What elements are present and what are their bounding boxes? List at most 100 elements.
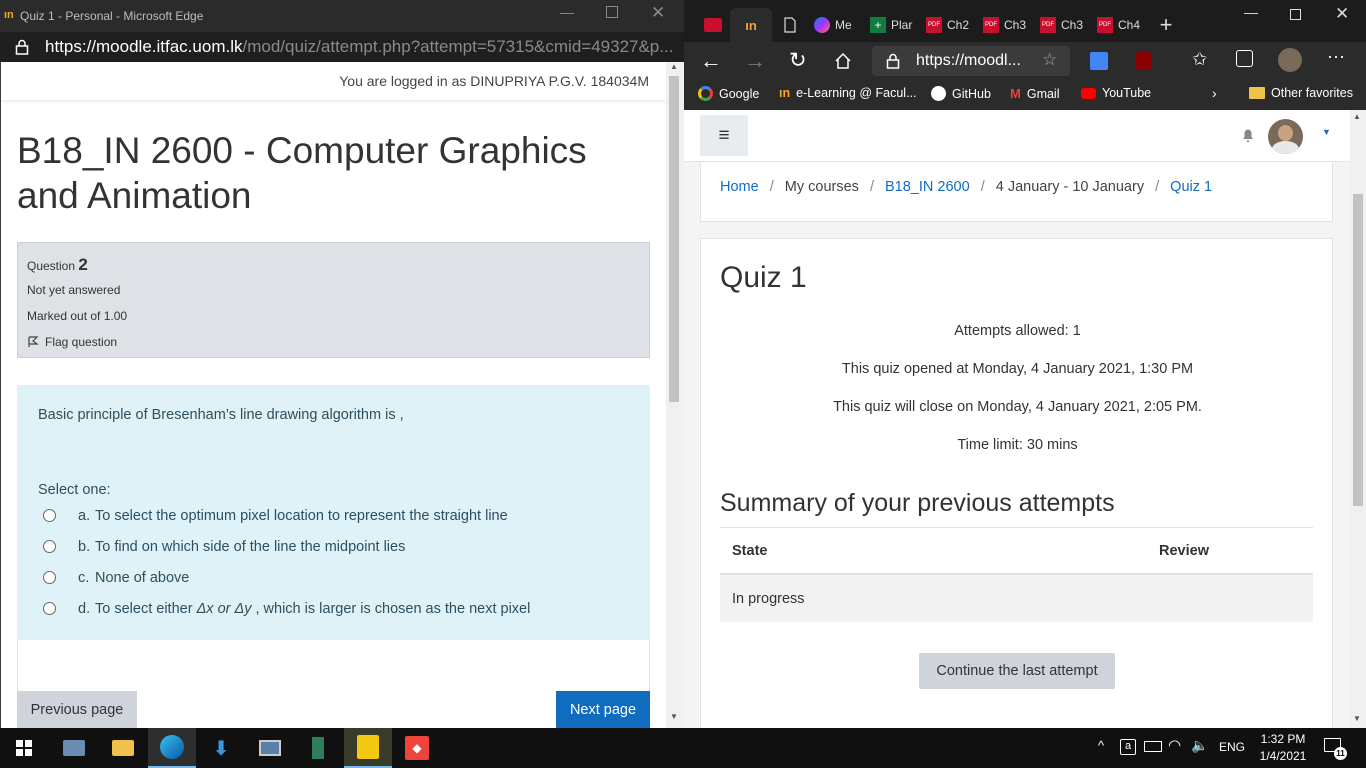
flag-question-link[interactable]: Flag question bbox=[27, 335, 117, 349]
tab-ch4[interactable]: PDF Ch4 bbox=[1097, 8, 1149, 42]
maximize-icon[interactable] bbox=[1290, 9, 1301, 20]
fav-elearning[interactable]: ın e-Learning @ Facul... bbox=[779, 86, 917, 100]
hamburger-menu-icon[interactable]: ≡ bbox=[700, 115, 748, 156]
quiz-closes-text: This quiz will close on Monday, 4 Januar… bbox=[833, 399, 1202, 415]
forward-arrow-icon[interactable]: → bbox=[744, 48, 766, 74]
collections-icon[interactable] bbox=[1236, 50, 1253, 67]
tab-moodle-active[interactable]: ın bbox=[730, 8, 772, 42]
volume-icon[interactable]: 🔈 bbox=[1191, 737, 1208, 754]
moodle-favicon-icon: ın bbox=[4, 9, 14, 21]
answer-option-d[interactable]: d. To select either Δx or Δy , which is … bbox=[43, 600, 643, 631]
continue-attempt-button[interactable]: Continue the last attempt bbox=[919, 653, 1115, 689]
battery-icon[interactable] bbox=[1144, 741, 1162, 752]
wifi-icon[interactable]: ◠ bbox=[1168, 736, 1181, 754]
radio-b[interactable] bbox=[43, 540, 56, 553]
breadcrumb-my-courses: My courses bbox=[784, 179, 859, 195]
radio-c[interactable] bbox=[43, 571, 56, 584]
translate-icon[interactable] bbox=[1090, 52, 1108, 70]
tab-document[interactable] bbox=[778, 8, 802, 42]
answer-option-a[interactable]: a. To select the optimum pixel location … bbox=[43, 507, 643, 538]
show-hidden-icons-chevron[interactable]: ^ bbox=[1098, 738, 1104, 753]
user-menu-chevron-icon[interactable]: ▼ bbox=[1322, 127, 1331, 137]
left-address-bar[interactable]: https://moodle.itfac.uom.lk/mod/quiz/att… bbox=[0, 32, 684, 62]
start-button[interactable] bbox=[0, 728, 48, 768]
language-indicator[interactable]: ENG bbox=[1219, 740, 1245, 754]
scroll-down-icon[interactable]: ▼ bbox=[670, 712, 678, 721]
option-b-letter: b. bbox=[78, 539, 91, 555]
radio-a[interactable] bbox=[43, 509, 56, 522]
next-page-button[interactable]: Next page bbox=[556, 691, 650, 728]
taskbar-app-pc[interactable] bbox=[50, 728, 98, 768]
favorite-star-icon[interactable]: ☆ bbox=[1042, 50, 1057, 70]
tab-messenger[interactable]: Me bbox=[814, 8, 862, 42]
planner-icon: + bbox=[870, 17, 886, 33]
breadcrumb-home[interactable]: Home bbox=[720, 179, 759, 195]
tab-ch3-b[interactable]: PDF Ch3 bbox=[1040, 8, 1092, 42]
close-icon[interactable]: ✕ bbox=[1335, 4, 1349, 24]
fav-youtube-label: YouTube bbox=[1102, 86, 1152, 100]
other-favorites[interactable]: Other favorites bbox=[1249, 86, 1353, 100]
tab-ch2[interactable]: PDF Ch2 bbox=[926, 8, 978, 42]
flag-question-label: Flag question bbox=[45, 335, 118, 349]
tab-bar: ın Me + Plar PDF Ch2 PDF Ch3 PDF Ch3 PDF… bbox=[684, 0, 1366, 42]
answer-option-c[interactable]: c. None of above bbox=[43, 569, 643, 600]
tab-ch3-a[interactable]: PDF Ch3 bbox=[983, 8, 1035, 42]
option-a-text: To select the optimum pixel location to … bbox=[95, 508, 508, 524]
refresh-icon[interactable]: ↻ bbox=[789, 48, 807, 73]
close-icon[interactable]: ✕ bbox=[651, 3, 665, 23]
taskbar-anydesk[interactable]: ◆ bbox=[393, 728, 441, 768]
ublock-icon[interactable] bbox=[1136, 52, 1152, 70]
scroll-thumb[interactable] bbox=[669, 76, 679, 402]
minimize-icon[interactable]: — bbox=[560, 4, 574, 20]
notification-bell-icon[interactable] bbox=[1241, 127, 1255, 143]
fav-elearning-label: e-Learning @ Facul... bbox=[796, 86, 917, 100]
minimize-icon[interactable]: — bbox=[1244, 4, 1258, 20]
previous-page-button[interactable]: Previous page bbox=[17, 691, 137, 728]
left-vertical-scrollbar[interactable]: ▲ ▼ bbox=[666, 62, 684, 728]
fav-youtube[interactable]: YouTube bbox=[1081, 86, 1151, 100]
right-vertical-scrollbar[interactable]: ▲ ▼ bbox=[1350, 110, 1366, 728]
tab-planner[interactable]: + Plar bbox=[870, 8, 920, 42]
url-text[interactable]: https://moodle.itfac.uom.lk/mod/quiz/att… bbox=[45, 37, 673, 57]
tab-huawei[interactable] bbox=[694, 8, 732, 42]
favorites-icon[interactable]: ✩ bbox=[1192, 49, 1207, 70]
user-avatar[interactable] bbox=[1268, 119, 1303, 154]
anydesk-icon: ◆ bbox=[405, 736, 429, 760]
url-host: https://moodle.itfac.uom.lk bbox=[45, 37, 243, 56]
taskbar-book[interactable] bbox=[294, 728, 342, 768]
taskbar-file-explorer[interactable] bbox=[99, 728, 147, 768]
scroll-thumb[interactable] bbox=[1353, 194, 1363, 506]
file-explorer-icon bbox=[112, 740, 134, 756]
fav-google[interactable]: Google bbox=[698, 86, 759, 101]
home-icon[interactable] bbox=[834, 52, 852, 70]
taskbar-powerbi[interactable] bbox=[344, 728, 392, 768]
tab-planner-label: Plar bbox=[891, 18, 913, 32]
taskbar-downloads[interactable]: ⬇ bbox=[197, 728, 245, 768]
radio-d[interactable] bbox=[43, 602, 56, 615]
table-header-state: State bbox=[732, 543, 768, 559]
url-path: /mod/quiz/attempt.php?attempt=57315&cmid… bbox=[242, 37, 674, 56]
taskbar-edge[interactable] bbox=[148, 728, 196, 768]
right-address-bar[interactable]: https://moodl... ☆ bbox=[872, 46, 1070, 76]
fav-github[interactable]: GitHub bbox=[931, 86, 991, 101]
chevron-right-icon[interactable]: › bbox=[1212, 85, 1217, 101]
amazon-icon[interactable]: a bbox=[1120, 739, 1136, 755]
taskbar-photos[interactable] bbox=[246, 728, 294, 768]
back-arrow-icon[interactable]: ← bbox=[700, 48, 722, 74]
clock[interactable]: 1:32 PM 1/4/2021 bbox=[1252, 731, 1314, 765]
profile-avatar[interactable] bbox=[1278, 48, 1302, 72]
moodle-icon: ın bbox=[779, 86, 791, 100]
book-icon bbox=[312, 737, 324, 759]
scroll-up-icon[interactable]: ▲ bbox=[1353, 112, 1361, 121]
scroll-up-icon[interactable]: ▲ bbox=[670, 62, 678, 71]
answer-option-b[interactable]: b. To find on which side of the line the… bbox=[43, 538, 643, 569]
new-tab-button[interactable]: + bbox=[1154, 8, 1178, 42]
fav-gmail[interactable]: M Gmail bbox=[1010, 86, 1060, 101]
lock-icon bbox=[15, 39, 29, 55]
quiz-main-card: Quiz 1 Attempts allowed: 1 This quiz ope… bbox=[700, 238, 1333, 728]
maximize-icon[interactable] bbox=[606, 6, 618, 18]
scroll-down-icon[interactable]: ▼ bbox=[1353, 714, 1361, 723]
breadcrumb-quiz[interactable]: Quiz 1 bbox=[1170, 179, 1212, 195]
breadcrumb-course[interactable]: B18_IN 2600 bbox=[885, 179, 970, 195]
more-options-icon[interactable]: ··· bbox=[1327, 46, 1345, 67]
